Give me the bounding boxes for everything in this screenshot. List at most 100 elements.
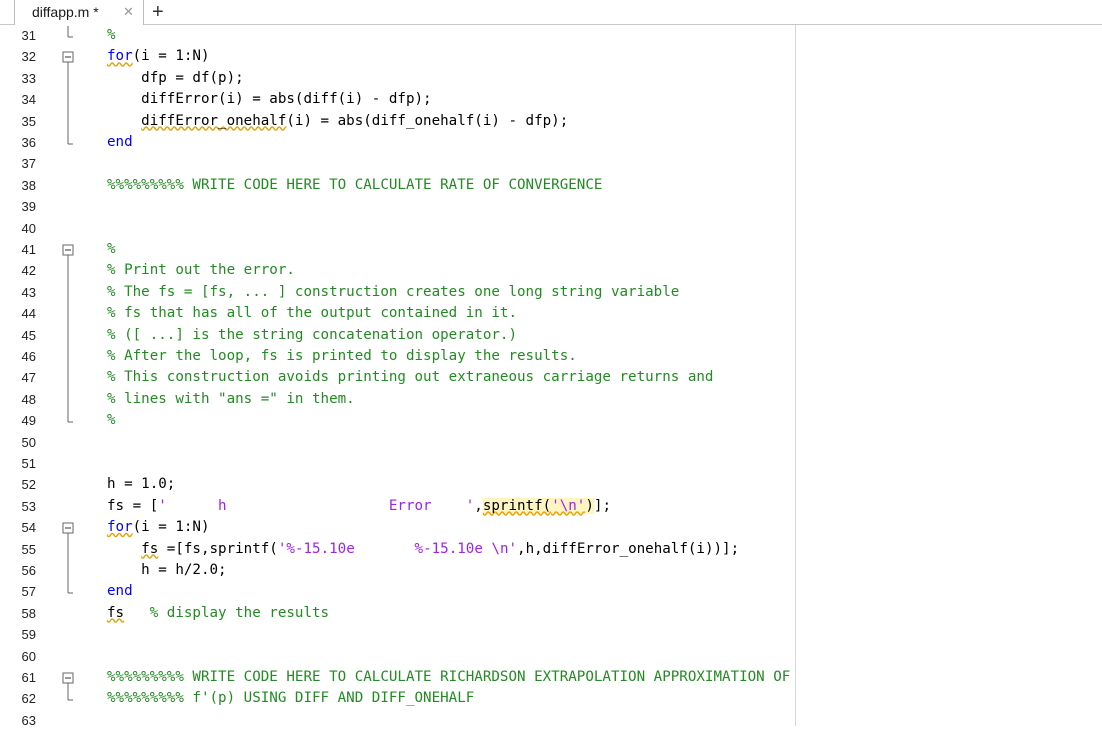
- code-text: %: [107, 27, 116, 43]
- code-line[interactable]: 43 % The fs = [fs, ... ] construction cre…: [0, 282, 1102, 305]
- code-token: '%-15.10e %-15.10e \n': [277, 540, 518, 557]
- code-line[interactable]: 33 dfp = df(p);: [0, 68, 1102, 91]
- line-number: 58: [21, 605, 36, 621]
- fold-collapse-icon[interactable]: [62, 518, 74, 541]
- code-text: % This construction avoids printing out …: [107, 369, 713, 385]
- code-line[interactable]: 60: [0, 647, 1102, 668]
- code-line[interactable]: 38 %%%%%%%%% WRITE CODE HERE TO CALCULATE…: [0, 176, 1102, 197]
- code-line[interactable]: 50: [0, 433, 1102, 454]
- fold-end-marker: [62, 411, 74, 432]
- code-token: for: [107, 48, 133, 65]
- close-icon[interactable]: ✕: [123, 4, 134, 20]
- fold-guide: [62, 561, 74, 583]
- line-number: 33: [21, 70, 36, 86]
- code-token: for: [107, 519, 133, 536]
- code-line[interactable]: 49%: [0, 411, 1102, 432]
- line-number: 38: [21, 177, 36, 193]
- fold-end-marker: [62, 582, 74, 603]
- code-line[interactable]: 59: [0, 625, 1102, 646]
- code-line[interactable]: 47 % This construction avoids printing ou…: [0, 368, 1102, 391]
- code-token: (i) = abs(diff_onehalf(i) - dfp);: [286, 112, 569, 129]
- code-text: %%%%%%%%% WRITE CODE HERE TO CALCULATE R…: [107, 669, 790, 685]
- tab-diffapp[interactable]: diffapp.m * ✕: [14, 0, 144, 25]
- code-line[interactable]: 58 fs % display the results: [0, 604, 1102, 625]
- code-text: % fs that has all of the output containe…: [107, 305, 517, 321]
- code-token: sprintf(: [482, 497, 552, 514]
- code-line[interactable]: 42 % Print out the error.: [0, 261, 1102, 284]
- code-line[interactable]: 34 diffError(i) = abs(diff(i) - dfp);: [0, 90, 1102, 113]
- code-editor[interactable]: 31% 32 for(i = 1:N) 33 dfp = df(p); 34 diffE…: [0, 25, 1102, 728]
- code-line[interactable]: 55 fs =[fs,sprintf('%-15.10e %-15.10e \n…: [0, 539, 1102, 562]
- code-text: fs = [' h Error ',sprintf('\n')];: [107, 497, 611, 514]
- add-tab-icon[interactable]: +: [152, 1, 164, 23]
- code-line[interactable]: 37: [0, 154, 1102, 175]
- line-number: 55: [21, 541, 36, 557]
- code-token: fs: [107, 604, 125, 621]
- line-number: 47: [21, 370, 36, 386]
- fold-gutter: [62, 154, 74, 175]
- code-token: (i = 1:N): [132, 48, 210, 65]
- fold-collapse-icon[interactable]: [62, 240, 74, 262]
- line-number: 32: [21, 49, 36, 65]
- fold-guide: [62, 347, 74, 369]
- code-line[interactable]: 53 fs = [' h Error ',sprintf('\n')];: [0, 497, 1102, 518]
- code-token: fs = [: [107, 497, 159, 514]
- line-number: 44: [21, 306, 36, 322]
- fold-end-marker: [62, 689, 74, 710]
- code-text: fs % display the results: [107, 605, 329, 621]
- code-text: h = 1.0;: [107, 476, 175, 492]
- code-token: %%%%%%%%% WRITE CODE HERE TO CALCULATE R…: [107, 669, 791, 685]
- line-number: 36: [21, 135, 36, 150]
- fold-collapse-icon[interactable]: [62, 47, 74, 70]
- line-number: 61: [21, 670, 36, 685]
- code-line[interactable]: 57 end: [0, 582, 1102, 603]
- code-line[interactable]: 52 h = 1.0;: [0, 475, 1102, 496]
- code-token: % The fs = [fs, ... ] construction creat…: [107, 283, 680, 300]
- code-line[interactable]: 36 end: [0, 133, 1102, 154]
- fold-guide: [62, 111, 74, 134]
- code-token: (i = 1:N): [132, 519, 210, 536]
- code-token: ' h Error ': [158, 497, 475, 514]
- code-line[interactable]: 51: [0, 454, 1102, 475]
- line-number: 42: [21, 263, 36, 279]
- line-number: 49: [21, 413, 36, 429]
- fold-guide: [62, 389, 74, 412]
- code-line[interactable]: 63: [0, 711, 1102, 732]
- code-text: % ([ ...] is the string concatenation op…: [107, 327, 517, 343]
- code-line[interactable]: 40: [0, 219, 1102, 240]
- fold-guide: [62, 325, 74, 348]
- code-text: %%%%%%%%% WRITE CODE HERE TO CALCULATE R…: [107, 177, 602, 193]
- code-line[interactable]: 56 h = h/2.0;: [0, 561, 1102, 583]
- code-token: % ([ ...] is the string concatenation op…: [107, 326, 517, 343]
- code-text: %%%%%%%%% f'(p) USING DIFF AND DIFF_ONEH…: [107, 690, 474, 706]
- fold-guide: [62, 304, 74, 327]
- code-line[interactable]: 48 % lines with "ans =" in them.: [0, 389, 1102, 412]
- code-line[interactable]: 61 %%%%%%%%% WRITE CODE HERE TO CALCULATE…: [0, 668, 1102, 690]
- code-token: % fs that has all of the output containe…: [107, 305, 517, 322]
- code-token: ,: [474, 497, 483, 514]
- code-text: %: [107, 412, 116, 428]
- line-number: 56: [21, 563, 36, 578]
- line-number: 39: [21, 199, 36, 215]
- code-text: fs =[fs,sprintf('%-15.10e %-15.10e \n',h…: [107, 541, 739, 557]
- line-number: 37: [21, 156, 36, 172]
- code-token: % lines with "ans =" in them.: [107, 390, 355, 407]
- code-line[interactable]: 44 % fs that has all of the output contai…: [0, 304, 1102, 327]
- code-line[interactable]: 46 % After the loop, fs is printed to dis…: [0, 347, 1102, 369]
- code-token: ];: [593, 497, 611, 514]
- code-line[interactable]: 45 % ([ ...] is the string concatenation …: [0, 325, 1102, 348]
- code-line[interactable]: 39: [0, 197, 1102, 218]
- code-token: fs: [141, 540, 159, 557]
- code-line[interactable]: 32 for(i = 1:N): [0, 47, 1102, 70]
- fold-guide: [62, 539, 74, 562]
- code-line[interactable]: 54 for(i = 1:N): [0, 518, 1102, 541]
- code-line[interactable]: 41%: [0, 240, 1102, 262]
- code-line[interactable]: 62 %%%%%%%%% f'(p) USING DIFF AND DIFF_ON…: [0, 689, 1102, 710]
- code-line[interactable]: 35 diffError_onehalf(i) = abs(diff_oneha…: [0, 111, 1102, 134]
- code-token: ): [585, 497, 594, 514]
- fold-collapse-icon[interactable]: [62, 668, 74, 690]
- code-text: % lines with "ans =" in them.: [107, 391, 355, 407]
- code-line[interactable]: 31%: [0, 26, 1102, 47]
